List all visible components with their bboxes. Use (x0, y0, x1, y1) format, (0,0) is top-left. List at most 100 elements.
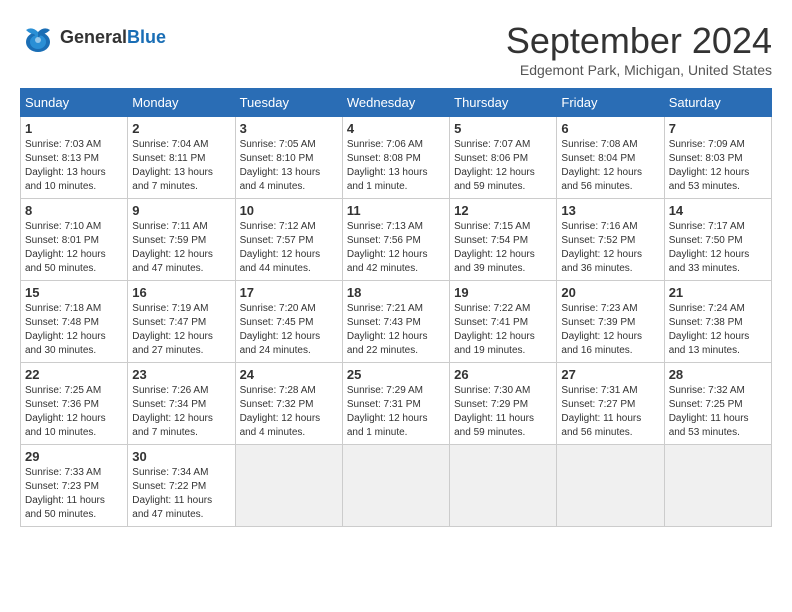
day-info: Sunrise: 7:32 AMSunset: 7:25 PMDaylight:… (669, 384, 767, 440)
calendar-week-2: 8Sunrise: 7:10 AMSunset: 8:01 PMDaylight… (21, 199, 772, 281)
page-header: GeneralBlue September 2024 Edgemont Park… (20, 20, 772, 78)
day-number: 5 (454, 121, 552, 136)
day-number: 22 (25, 367, 123, 382)
table-row: 18 Sunrise: 7:21 AMSunset: 7:43 PMDayligh… (342, 281, 449, 363)
title-area: September 2024 Edgemont Park, Michigan, … (506, 20, 772, 78)
table-row: 30 Sunrise: 7:34 AMSunset: 7:22 PMDayligh… (128, 445, 235, 527)
table-row: 28 Sunrise: 7:32 AMSunset: 7:25 PMDayligh… (664, 363, 771, 445)
logo-general: General (60, 27, 127, 47)
table-row: 24 Sunrise: 7:28 AMSunset: 7:32 PMDayligh… (235, 363, 342, 445)
table-row (342, 445, 449, 527)
logo-text: GeneralBlue (60, 28, 166, 48)
day-info: Sunrise: 7:12 AMSunset: 7:57 PMDaylight:… (240, 220, 338, 276)
day-info: Sunrise: 7:18 AMSunset: 7:48 PMDaylight:… (25, 302, 123, 358)
day-info: Sunrise: 7:26 AMSunset: 7:34 PMDaylight:… (132, 384, 230, 440)
table-row: 22 Sunrise: 7:25 AMSunset: 7:36 PMDayligh… (21, 363, 128, 445)
calendar-week-5: 29Sunrise: 7:33 AMSunset: 7:23 PMDayligh… (21, 445, 772, 527)
logo-bird-icon (20, 20, 56, 56)
day-info: Sunrise: 7:05 AMSunset: 8:10 PMDaylight:… (240, 138, 338, 194)
day-info: Sunrise: 7:31 AMSunset: 7:27 PMDaylight:… (561, 384, 659, 440)
day-number: 4 (347, 121, 445, 136)
day-info: Sunrise: 7:13 AMSunset: 7:56 PMDaylight:… (347, 220, 445, 276)
day-number: 3 (240, 121, 338, 136)
table-row: 14 Sunrise: 7:17 AMSunset: 7:50 PMDayligh… (664, 199, 771, 281)
day-info: Sunrise: 7:34 AMSunset: 7:22 PMDaylight:… (132, 466, 230, 522)
day-info: Sunrise: 7:16 AMSunset: 7:52 PMDaylight:… (561, 220, 659, 276)
table-row: 8Sunrise: 7:10 AMSunset: 8:01 PMDaylight… (21, 199, 128, 281)
day-number: 20 (561, 285, 659, 300)
logo: GeneralBlue (20, 20, 166, 56)
calendar-table: Sunday Monday Tuesday Wednesday Thursday… (20, 88, 772, 527)
day-number: 10 (240, 203, 338, 218)
table-row: 20 Sunrise: 7:23 AMSunset: 7:39 PMDayligh… (557, 281, 664, 363)
table-row (664, 445, 771, 527)
day-info: Sunrise: 7:29 AMSunset: 7:31 PMDaylight:… (347, 384, 445, 440)
day-info: Sunrise: 7:28 AMSunset: 7:32 PMDaylight:… (240, 384, 338, 440)
day-number: 30 (132, 449, 230, 464)
table-row: 15 Sunrise: 7:18 AMSunset: 7:48 PMDayligh… (21, 281, 128, 363)
day-info: Sunrise: 7:30 AMSunset: 7:29 PMDaylight:… (454, 384, 552, 440)
day-info: Sunrise: 7:03 AMSunset: 8:13 PMDaylight:… (25, 138, 123, 194)
location: Edgemont Park, Michigan, United States (506, 62, 772, 78)
table-row: 25 Sunrise: 7:29 AMSunset: 7:31 PMDayligh… (342, 363, 449, 445)
table-row: 23Sunrise: 7:26 AMSunset: 7:34 PMDayligh… (128, 363, 235, 445)
calendar-week-4: 22 Sunrise: 7:25 AMSunset: 7:36 PMDayligh… (21, 363, 772, 445)
header-sunday: Sunday (21, 89, 128, 117)
day-number: 1 (25, 121, 123, 136)
day-info: Sunrise: 7:07 AMSunset: 8:06 PMDaylight:… (454, 138, 552, 194)
header-monday: Monday (128, 89, 235, 117)
month-title: September 2024 (506, 20, 772, 62)
day-info: Sunrise: 7:33 AMSunset: 7:23 PMDaylight:… (25, 466, 123, 522)
day-info: Sunrise: 7:06 AMSunset: 8:08 PMDaylight:… (347, 138, 445, 194)
day-info: Sunrise: 7:08 AMSunset: 8:04 PMDaylight:… (561, 138, 659, 194)
day-number: 17 (240, 285, 338, 300)
table-row: 5 Sunrise: 7:07 AMSunset: 8:06 PMDaylight… (450, 117, 557, 199)
header-tuesday: Tuesday (235, 89, 342, 117)
day-number: 2 (132, 121, 230, 136)
day-number: 9 (132, 203, 230, 218)
day-number: 19 (454, 285, 552, 300)
day-number: 24 (240, 367, 338, 382)
table-row: 4 Sunrise: 7:06 AMSunset: 8:08 PMDaylight… (342, 117, 449, 199)
day-info: Sunrise: 7:17 AMSunset: 7:50 PMDaylight:… (669, 220, 767, 276)
table-row: 1 Sunrise: 7:03 AMSunset: 8:13 PMDaylight… (21, 117, 128, 199)
calendar-header-row: Sunday Monday Tuesday Wednesday Thursday… (21, 89, 772, 117)
day-number: 11 (347, 203, 445, 218)
table-row: 17 Sunrise: 7:20 AMSunset: 7:45 PMDayligh… (235, 281, 342, 363)
day-info: Sunrise: 7:24 AMSunset: 7:38 PMDaylight:… (669, 302, 767, 358)
day-info: Sunrise: 7:19 AMSunset: 7:47 PMDaylight:… (132, 302, 230, 358)
table-row (557, 445, 664, 527)
day-number: 15 (25, 285, 123, 300)
day-info: Sunrise: 7:21 AMSunset: 7:43 PMDaylight:… (347, 302, 445, 358)
day-number: 14 (669, 203, 767, 218)
table-row: 9 Sunrise: 7:11 AMSunset: 7:59 PMDaylight… (128, 199, 235, 281)
table-row: 13Sunrise: 7:16 AMSunset: 7:52 PMDayligh… (557, 199, 664, 281)
day-number: 12 (454, 203, 552, 218)
table-row: 6 Sunrise: 7:08 AMSunset: 8:04 PMDaylight… (557, 117, 664, 199)
day-info: Sunrise: 7:09 AMSunset: 8:03 PMDaylight:… (669, 138, 767, 194)
day-number: 27 (561, 367, 659, 382)
table-row: 27 Sunrise: 7:31 AMSunset: 7:27 PMDayligh… (557, 363, 664, 445)
logo-blue: Blue (127, 27, 166, 47)
day-number: 25 (347, 367, 445, 382)
day-info: Sunrise: 7:20 AMSunset: 7:45 PMDaylight:… (240, 302, 338, 358)
day-number: 28 (669, 367, 767, 382)
table-row: 2Sunrise: 7:04 AMSunset: 8:11 PMDaylight… (128, 117, 235, 199)
day-number: 6 (561, 121, 659, 136)
day-number: 18 (347, 285, 445, 300)
table-row: 26Sunrise: 7:30 AMSunset: 7:29 PMDayligh… (450, 363, 557, 445)
calendar-week-1: 1 Sunrise: 7:03 AMSunset: 8:13 PMDaylight… (21, 117, 772, 199)
day-info: Sunrise: 7:11 AMSunset: 7:59 PMDaylight:… (132, 220, 230, 276)
table-row: 10 Sunrise: 7:12 AMSunset: 7:57 PMDayligh… (235, 199, 342, 281)
day-info: Sunrise: 7:15 AMSunset: 7:54 PMDaylight:… (454, 220, 552, 276)
header-thursday: Thursday (450, 89, 557, 117)
header-wednesday: Wednesday (342, 89, 449, 117)
table-row: 29Sunrise: 7:33 AMSunset: 7:23 PMDayligh… (21, 445, 128, 527)
day-info: Sunrise: 7:22 AMSunset: 7:41 PMDaylight:… (454, 302, 552, 358)
day-info: Sunrise: 7:23 AMSunset: 7:39 PMDaylight:… (561, 302, 659, 358)
table-row (450, 445, 557, 527)
day-number: 7 (669, 121, 767, 136)
day-info: Sunrise: 7:25 AMSunset: 7:36 PMDaylight:… (25, 384, 123, 440)
table-row: 11 Sunrise: 7:13 AMSunset: 7:56 PMDayligh… (342, 199, 449, 281)
header-friday: Friday (557, 89, 664, 117)
